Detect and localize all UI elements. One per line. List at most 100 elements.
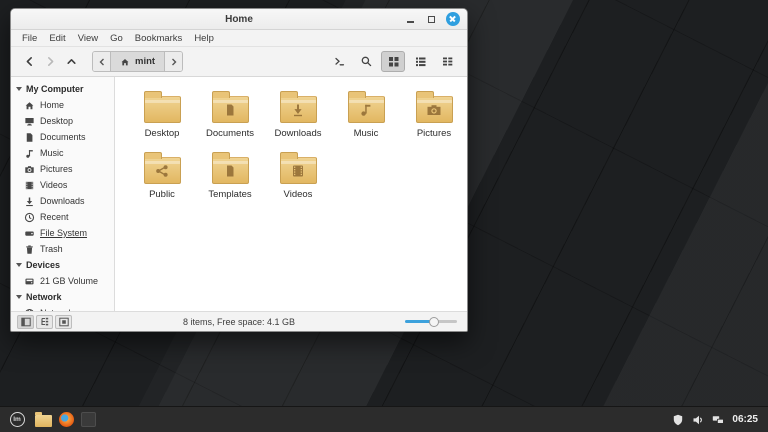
sidebar-item-videos[interactable]: Videos	[11, 177, 114, 193]
clock-icon	[24, 212, 35, 222]
folder-icon	[347, 91, 385, 123]
clock[interactable]: 06:25	[732, 414, 758, 425]
toolbar-right	[327, 51, 459, 72]
folder-label: Templates	[208, 189, 252, 200]
folder-icon	[211, 152, 249, 184]
sidebar-item-label: Downloads	[40, 196, 85, 206]
file-grid[interactable]: Desktop Documents Downloads Music Pictur…	[115, 77, 467, 311]
download-icon	[26, 196, 33, 206]
window-title: Home	[225, 13, 253, 25]
folder-label: Public	[149, 189, 175, 200]
sidebar-item-desktop[interactable]: Desktop	[11, 113, 114, 129]
folder-music[interactable]: Music	[334, 90, 398, 139]
menu-bookmarks[interactable]: Bookmarks	[129, 32, 189, 45]
folder-label: Downloads	[274, 128, 322, 139]
sidebar-item-label: Music	[40, 148, 64, 158]
terminal-icon	[334, 57, 344, 66]
folder-pictures[interactable]: Pictures	[402, 90, 466, 139]
minimize-icon	[407, 20, 414, 23]
file-manager-window: Home File Edit View Go Bookmarks Help mi…	[10, 8, 468, 332]
expander-icon	[16, 263, 22, 267]
sidebar-item-music[interactable]: Music	[11, 145, 114, 161]
sidebar-item-21-gb-volume[interactable]: 21 GB Volume	[11, 273, 114, 289]
home-icon	[121, 58, 129, 65]
folder-icon	[211, 91, 249, 123]
menubar: File Edit View Go Bookmarks Help	[11, 30, 467, 47]
menu-help[interactable]: Help	[188, 32, 220, 45]
zoom-slider[interactable]	[405, 316, 461, 327]
path-scroll-right-button[interactable]	[165, 52, 183, 71]
sidebar-item-downloads[interactable]: Downloads	[11, 193, 114, 209]
folder-label: Videos	[283, 189, 313, 200]
forward-button[interactable]	[40, 51, 61, 73]
network-icon[interactable]	[712, 414, 725, 426]
mint-logo-text: lm	[13, 416, 21, 423]
zoom-slider-thumb[interactable]	[428, 316, 439, 327]
close-button[interactable]	[446, 12, 460, 26]
menu-file[interactable]: File	[16, 32, 43, 45]
folder-templates[interactable]: Templates	[198, 151, 262, 200]
maximize-button[interactable]	[425, 13, 438, 26]
window-body: My Computer Home Desktop Documents Music…	[11, 77, 467, 311]
zoom-slider-track[interactable]	[405, 316, 457, 327]
sidebar-section-my-computer[interactable]: My Computer	[11, 81, 114, 97]
up-button[interactable]	[61, 51, 82, 73]
maximize-icon	[428, 15, 435, 23]
sidebar: My Computer Home Desktop Documents Music…	[11, 77, 115, 311]
folder-public[interactable]: Public	[130, 151, 194, 200]
folder-documents[interactable]: Documents	[198, 90, 262, 139]
hide-sidebar-toggle-button[interactable]	[55, 314, 72, 329]
minimize-button[interactable]	[404, 13, 417, 26]
sidebar-item-pictures[interactable]: Pictures	[11, 161, 114, 177]
folder-videos[interactable]: Videos	[266, 151, 330, 200]
document-emblem-icon	[227, 165, 234, 176]
film-icon	[25, 181, 34, 189]
volume-icon[interactable]	[692, 414, 704, 426]
sidebar-section-network[interactable]: Network	[11, 289, 114, 305]
folder-label: Documents	[205, 128, 255, 139]
trash-icon	[26, 244, 33, 254]
folder-label: Music	[353, 128, 379, 139]
window-controls	[404, 9, 460, 29]
titlebar[interactable]: Home	[11, 9, 467, 30]
compact-view-button[interactable]	[435, 51, 459, 72]
files-launcher[interactable]	[35, 411, 52, 427]
expander-icon	[16, 87, 22, 91]
folder-icon	[279, 152, 317, 184]
sidebar-item-label: Pictures	[40, 164, 73, 174]
menu-view[interactable]: View	[72, 32, 104, 45]
monitor-icon	[25, 117, 34, 125]
document-icon	[26, 132, 33, 142]
sidebar-item-recent[interactable]: Recent	[11, 209, 114, 225]
window-list-item[interactable]	[81, 412, 96, 427]
open-terminal-button[interactable]	[327, 51, 351, 72]
sidebar-section-devices[interactable]: Devices	[11, 257, 114, 273]
icon-view-button[interactable]	[381, 51, 405, 72]
section-label: Devices	[26, 260, 61, 270]
search-button[interactable]	[354, 51, 378, 72]
path-segment-label: mint	[135, 56, 156, 67]
sidebar-item-home[interactable]: Home	[11, 97, 114, 113]
list-view-button[interactable]	[408, 51, 432, 72]
menu-go[interactable]: Go	[104, 32, 129, 45]
path-segment-home[interactable]: mint	[110, 52, 166, 71]
update-shield-icon[interactable]	[672, 414, 684, 426]
drive-icon	[25, 230, 34, 236]
back-button[interactable]	[19, 51, 40, 73]
path-scroll-left-button[interactable]	[93, 52, 110, 71]
sidebar-item-trash[interactable]: Trash	[11, 241, 114, 257]
folder-desktop[interactable]: Desktop	[130, 90, 194, 139]
down-arrow-emblem-icon	[294, 104, 302, 116]
folder-downloads[interactable]: Downloads	[266, 90, 330, 139]
taskbar: lm 06:25	[0, 406, 768, 432]
search-icon	[361, 56, 371, 67]
firefox-launcher[interactable]	[59, 412, 74, 427]
sidebar-item-label: 21 GB Volume	[40, 276, 99, 286]
places-pane-toggle-button[interactable]	[17, 314, 34, 329]
tree-pane-toggle-button[interactable]	[36, 314, 53, 329]
menu-edit[interactable]: Edit	[43, 32, 71, 45]
menu-button[interactable]: lm	[6, 410, 28, 430]
volume-drive-icon	[25, 278, 34, 284]
sidebar-item-file-system[interactable]: File System	[11, 225, 114, 241]
sidebar-item-documents[interactable]: Documents	[11, 129, 114, 145]
